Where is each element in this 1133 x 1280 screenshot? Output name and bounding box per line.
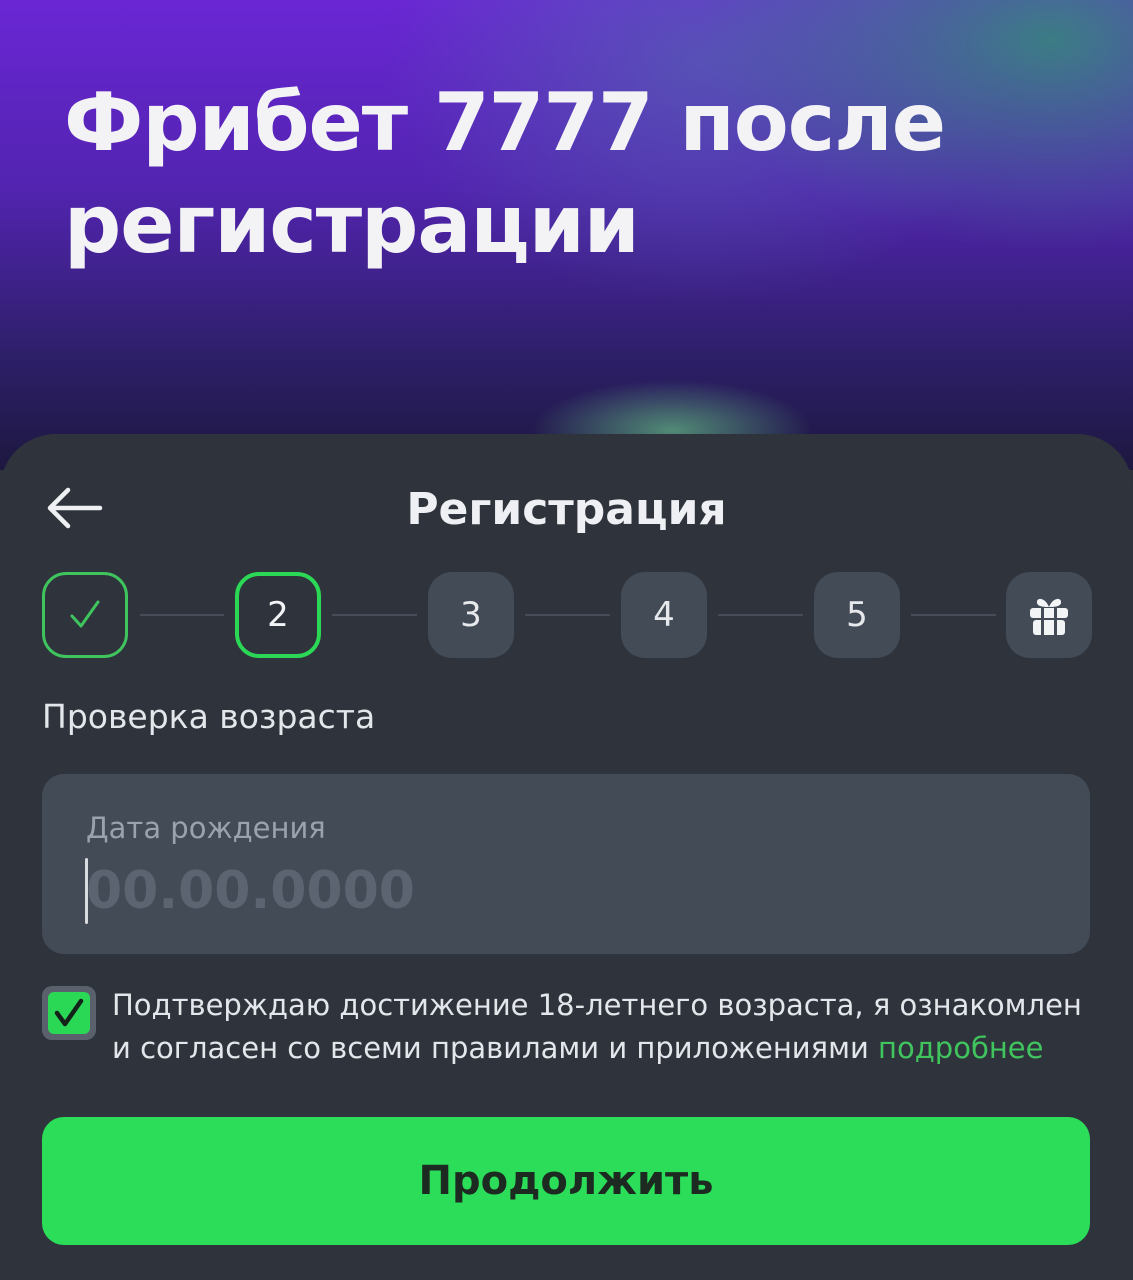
hero-title-line-1: Фрибет 7777 после — [64, 76, 946, 169]
birthdate-input[interactable] — [86, 856, 986, 926]
step-5: 5 — [814, 572, 900, 658]
text-caret — [85, 858, 88, 924]
step-connector — [332, 614, 417, 616]
hero-banner: Фрибет 7777 после регистрации — [0, 0, 1133, 470]
check-icon — [54, 998, 84, 1027]
age-agreement-checkbox[interactable] — [42, 986, 96, 1040]
registration-screen: Фрибет 7777 после регистрации Регистраци… — [0, 0, 1133, 1280]
check-icon — [70, 600, 100, 628]
step-connector — [911, 614, 996, 616]
sheet-header: Регистрация — [0, 434, 1133, 584]
hero-title-line-2: регистрации — [64, 178, 640, 271]
step-3: 3 — [428, 572, 514, 658]
step-connector — [525, 614, 610, 616]
birthdate-label: Дата рождения — [86, 811, 326, 845]
registration-sheet: Регистрация 2 3 4 5 Проверка возраста Да… — [0, 434, 1133, 1280]
checkbox-checked-fill — [48, 992, 90, 1034]
hero-title: Фрибет 7777 после регистрации — [64, 72, 1064, 276]
details-link[interactable]: подробнее — [878, 1031, 1043, 1065]
step-bonus — [1006, 572, 1092, 658]
step-indicator: 2 3 4 5 — [42, 572, 1092, 658]
step-connector — [718, 614, 803, 616]
age-agreement-text: Подтверждаю достижение 18-летнего возрас… — [112, 984, 1102, 1070]
age-agreement: Подтверждаю достижение 18-летнего возрас… — [42, 984, 1102, 1084]
sheet-title: Регистрация — [406, 484, 727, 535]
gift-icon — [1030, 598, 1068, 635]
step-connector — [140, 614, 224, 616]
continue-button[interactable]: Продолжить — [42, 1117, 1090, 1245]
step-4: 4 — [621, 572, 707, 658]
step-1-done — [42, 572, 128, 658]
section-label: Проверка возраста — [42, 697, 376, 736]
step-2-active: 2 — [235, 572, 321, 658]
birthdate-field[interactable]: Дата рождения — [42, 774, 1090, 954]
